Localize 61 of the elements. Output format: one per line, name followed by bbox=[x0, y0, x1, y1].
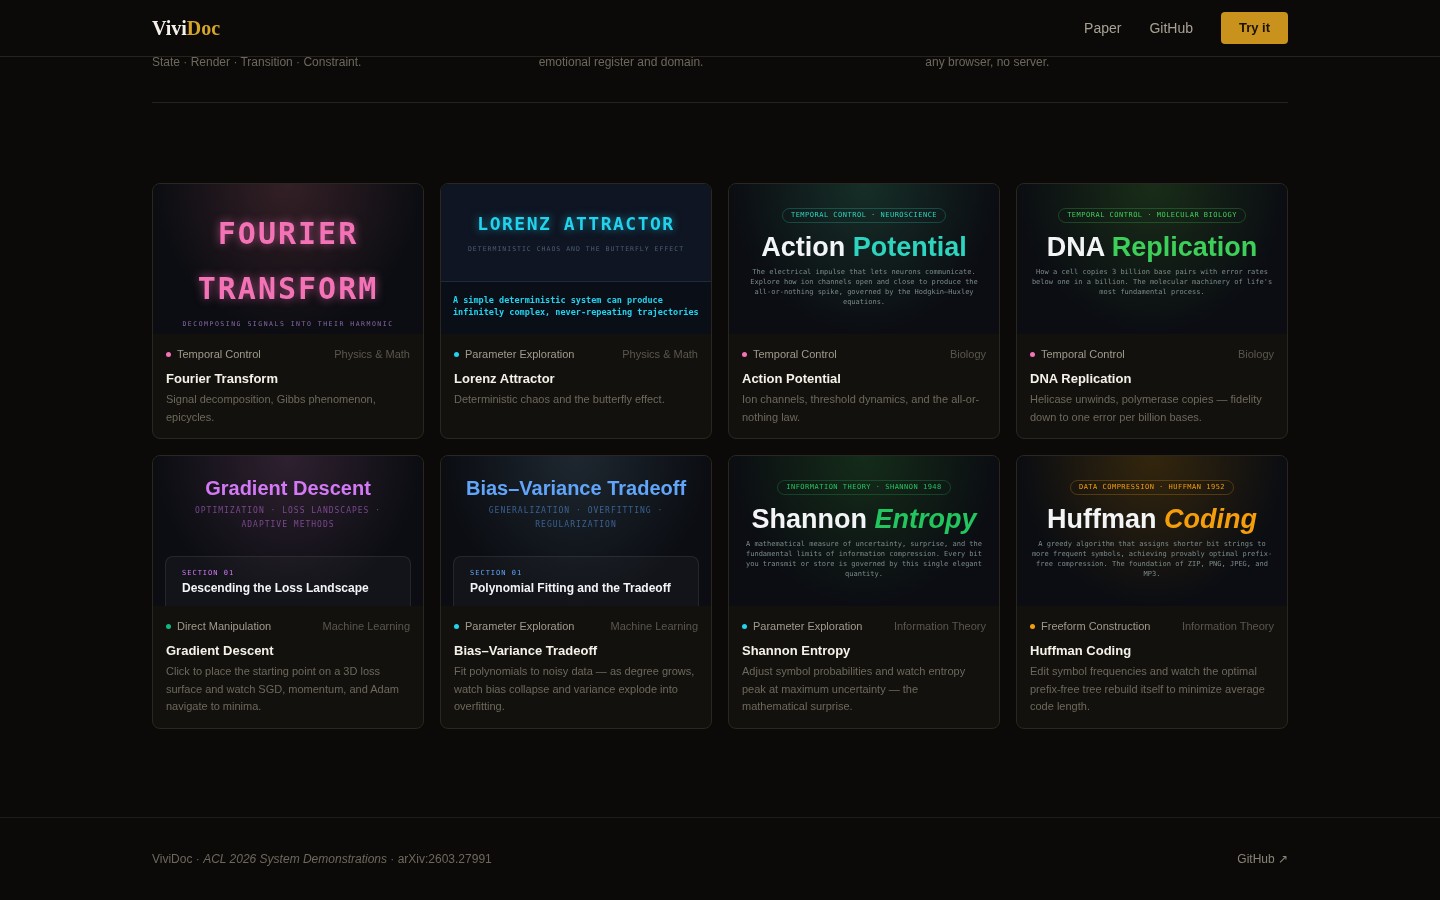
demo-card[interactable] bbox=[1016, 455, 1288, 729]
demo-card[interactable] bbox=[440, 455, 712, 729]
mode-label: Temporal Control bbox=[177, 347, 261, 362]
demo-card[interactable] bbox=[728, 183, 1000, 439]
nav-link[interactable]: GitHub bbox=[1149, 17, 1193, 39]
feature-text: emotional register and domain. bbox=[538, 57, 705, 71]
card-description: Helicase unwinds, polymerase copies — fidelity down to one error per billion bases. bbox=[1030, 392, 1263, 425]
preview-title: DNA Replication bbox=[1046, 230, 1258, 264]
category-label: Information Theory bbox=[1181, 619, 1274, 634]
preview-subtitle: OPTIMIZATION · LOSS LANDSCAPES · ADAPTIVE METHODS bbox=[193, 505, 383, 531]
preview-title: Bias–Variance Tradeoff bbox=[465, 476, 687, 500]
feature-text: any browser, no server. bbox=[925, 57, 1051, 71]
preview-title: Huffman Coding bbox=[1047, 502, 1257, 536]
preview-text: A simple deterministic system can produce infinitely complex, never-repeating trajectories bbox=[452, 294, 700, 318]
category-label: Machine Learning bbox=[610, 619, 698, 634]
mode-label: Parameter Exploration bbox=[465, 347, 575, 362]
card-title: Action Potential bbox=[742, 369, 842, 388]
demo-card[interactable] bbox=[440, 183, 712, 439]
category-label: Information Theory bbox=[893, 619, 986, 634]
category-label: Machine Learning bbox=[322, 619, 410, 634]
card-title: Shannon Entropy bbox=[742, 641, 852, 660]
card-description: Adjust symbol probabilities and watch entropy peak at maximum uncertainty — the mathematical surprise. bbox=[742, 664, 967, 714]
demo-card[interactable] bbox=[728, 455, 1000, 729]
mode-label: Temporal Control bbox=[1041, 347, 1125, 362]
card-title: Lorenz Attractor bbox=[454, 369, 556, 388]
demo-card[interactable] bbox=[152, 455, 424, 729]
nav-link[interactable]: Paper bbox=[1084, 17, 1122, 39]
card-title: Fourier Transform bbox=[166, 369, 279, 388]
section-title: Descending the Loss Landscape bbox=[182, 580, 370, 596]
feature-text: State · Render · Transition · Constraint. bbox=[152, 57, 363, 71]
category-label: Biology bbox=[1237, 347, 1274, 362]
card-title: Huffman Coding bbox=[1030, 641, 1133, 660]
card-title: DNA Replication bbox=[1030, 369, 1133, 388]
logo[interactable]: ViviDoc bbox=[152, 13, 221, 43]
github-link[interactable]: GitHub ↗ bbox=[1237, 850, 1288, 868]
preview-title: Gradient Descent bbox=[205, 476, 371, 500]
card-title: Gradient Descent bbox=[166, 641, 275, 660]
mode-label: Direct Manipulation bbox=[177, 619, 272, 634]
card-description: Click to place the starting point on a 3D loss surface and watch SGD, momentum, and Adam navigate to minima. bbox=[166, 664, 400, 714]
mode-label: Parameter Exploration bbox=[753, 619, 863, 634]
mode-label: Parameter Exploration bbox=[465, 619, 575, 634]
category-label: Biology bbox=[949, 347, 986, 362]
card-description: Deterministic chaos and the butterfly effect. bbox=[454, 392, 666, 407]
preview-title: LORENZ ATTRACTOR bbox=[477, 212, 675, 237]
mode-label: Temporal Control bbox=[753, 347, 837, 362]
footer-citation: ViviDoc · ACL 2026 System Demonstrations · arXiv:2603.27991 bbox=[152, 851, 492, 868]
card-description: Fit polynomials to noisy data — as degree grows, watch bias collapse and variance explode into overfitting. bbox=[454, 664, 696, 714]
preview-title: Shannon Entropy bbox=[751, 502, 977, 536]
card-description: Signal decomposition, Gibbs phenomenon, epicycles. bbox=[166, 392, 377, 425]
demo-card[interactable] bbox=[1016, 183, 1288, 439]
card-description: Edit symbol frequencies and watch the optimal prefix-free tree rebuild itself to minimize average code length. bbox=[1030, 664, 1266, 714]
try-button[interactable]: Try it bbox=[1221, 12, 1288, 44]
preview-subtitle: GENERALIZATION · OVERFITTING · REGULARIZATION bbox=[487, 505, 665, 531]
section-title: Polynomial Fitting and the Tradeoff bbox=[470, 580, 672, 596]
preview-title: Action Potential bbox=[761, 230, 967, 264]
category-label: Physics & Math bbox=[622, 347, 698, 362]
category-label: Physics & Math bbox=[334, 347, 410, 362]
mode-label: Freeform Construction bbox=[1041, 619, 1151, 634]
preview-title: FOURIER TRANSFORM bbox=[196, 215, 380, 309]
card-title: Bias–Variance Tradeoff bbox=[454, 641, 599, 660]
card-description: Ion channels, threshold dynamics, and the all-or-nothing law. bbox=[742, 392, 981, 425]
